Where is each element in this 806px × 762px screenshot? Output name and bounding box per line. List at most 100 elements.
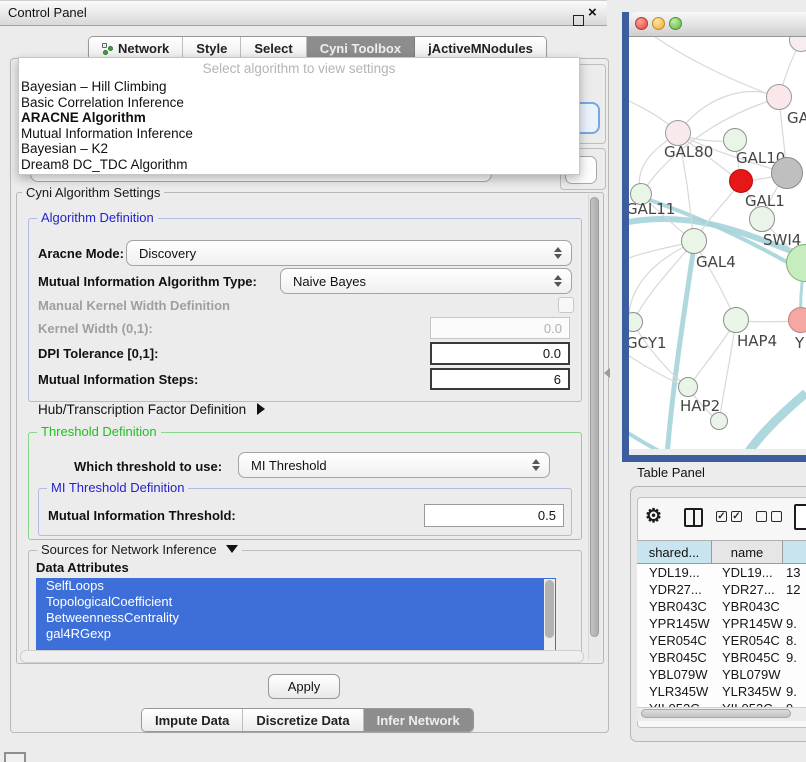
network-node-swi4[interactable] (749, 206, 775, 232)
cyni-settings-title: Cyni Algorithm Settings (22, 185, 164, 200)
apply-button[interactable]: Apply (268, 674, 340, 699)
network-node-gal[interactable] (766, 84, 792, 110)
network-node-gal1[interactable] (729, 169, 753, 193)
settings-horizontal-scrollbar[interactable] (20, 650, 584, 663)
network-node-gal4[interactable] (681, 228, 707, 254)
mi-type-value: Naive Bayes (293, 274, 366, 289)
network-window-titlebar[interactable] (629, 12, 806, 37)
network-canvas[interactable]: GALGAL80GAL10GAL1GAL11SWI4GAL4GCY1HAP4YH… (629, 37, 806, 449)
network-graph-icon (102, 43, 113, 55)
algorithm-option[interactable]: Bayesian – K2 (21, 141, 577, 157)
table-cell: YBR043C (637, 598, 712, 615)
table-cell: YDR27... (637, 581, 712, 598)
tab-label: jActiveMNodules (428, 41, 533, 56)
tab-infer-network[interactable]: Infer Network (364, 709, 473, 731)
table-row[interactable]: YPR145WYPR145W9. (637, 615, 806, 632)
unchecked-checkbox-icon[interactable] (771, 511, 782, 522)
table-cell: YDR27... (712, 581, 783, 598)
aracne-mode-combobox[interactable]: Discovery (126, 240, 572, 266)
network-node-hap4[interactable] (723, 307, 749, 333)
float-panel-icon[interactable] (573, 15, 584, 26)
node-label: GCY1 (629, 334, 667, 352)
table-body: YDL19...YDL19...13YDR27...YDR27...12YBR0… (637, 564, 806, 707)
attribute-item[interactable]: SelfLoops (36, 578, 556, 594)
hub-section-header[interactable]: Hub/Transcription Factor Definition (38, 402, 265, 417)
dpi-tolerance-field[interactable]: 0.0 (430, 342, 570, 365)
threshold-definition-title: Threshold Definition (37, 424, 161, 439)
table-row[interactable]: YDR27...YDR27...12 (637, 581, 806, 598)
sources-group-title[interactable]: Sources for Network Inference (37, 542, 242, 557)
manual-kernel-checkbox[interactable] (558, 297, 574, 313)
manual-kernel-label: Manual Kernel Width Definition (38, 298, 230, 313)
table-row[interactable]: YER054CYER054C8. (637, 632, 806, 649)
dpi-tolerance-label: DPI Tolerance [0,1]: (38, 346, 158, 361)
table-cell: YIL052C (712, 700, 783, 707)
sources-title-label: Sources for Network Inference (41, 542, 217, 557)
collapsed-arrow-icon (257, 403, 265, 415)
network-node-hap2[interactable] (678, 377, 698, 397)
zoom-window-icon[interactable] (669, 17, 682, 30)
table-cell: YDL19... (712, 564, 783, 581)
table-cell: YBL079W (637, 666, 712, 683)
table-cell: 12 (783, 581, 806, 598)
split-columns-icon[interactable] (684, 508, 703, 527)
table-cell: YPR145W (712, 615, 783, 632)
new-table-icon[interactable] (794, 504, 806, 530)
data-attributes-list[interactable]: SelfLoopsTopologicalCoefficientBetweenne… (36, 578, 556, 651)
which-threshold-combobox[interactable]: MI Threshold (238, 452, 550, 478)
table-cell: 9. (783, 615, 806, 632)
kernel-width-label: Kernel Width (0,1): (38, 321, 153, 336)
table-row[interactable]: YIL052CYIL052C9 (637, 700, 806, 707)
attribute-item[interactable]: BetweennessCentrality (36, 610, 556, 626)
table-cell: YER054C (712, 632, 783, 649)
table-scrollbar-thumb[interactable] (641, 709, 791, 718)
attributes-scrollbar-thumb[interactable] (545, 580, 554, 638)
close-window-icon[interactable] (635, 17, 648, 30)
minimized-panel-icon[interactable] (4, 752, 26, 762)
table-row[interactable]: YDL19...YDL19...13 (637, 564, 806, 581)
algorithm-option[interactable]: Bayesian – Hill Climbing (21, 79, 577, 95)
algorithm-option[interactable]: ARACNE Algorithm (21, 110, 577, 126)
panel-splitter-arrow[interactable] (604, 368, 610, 378)
close-panel-icon[interactable]: × (588, 5, 597, 21)
tab-label: Impute Data (155, 713, 229, 728)
mi-threshold-field[interactable]: 0.5 (424, 504, 564, 527)
table-row[interactable]: YBL079WYBL079W (637, 666, 806, 683)
column-header-clipped[interactable] (783, 540, 806, 564)
kernel-width-field[interactable]: 0.0 (430, 317, 570, 339)
algorithm-option[interactable]: Mutual Information Inference (21, 126, 577, 142)
attribute-item[interactable]: gal4RGexp (36, 626, 556, 642)
table-row[interactable]: YLR345WYLR345W9. (637, 683, 806, 700)
table-cell: YBR045C (712, 649, 783, 666)
tab-impute-data[interactable]: Impute Data (142, 709, 243, 731)
control-panel-title: Control Panel (8, 1, 87, 25)
network-node[interactable] (710, 412, 728, 430)
attributes-scrollbar[interactable] (544, 579, 555, 650)
gear-icon[interactable]: ⚙ (645, 505, 662, 528)
table-cell: YLR345W (637, 683, 712, 700)
control-panel-titlebar: Control Panel × (0, 0, 607, 26)
table-row[interactable]: YBR043CYBR043C (637, 598, 806, 615)
algorithm-option[interactable]: Basic Correlation Inference (21, 95, 577, 111)
table-cell: 13 (783, 564, 806, 581)
which-threshold-label: Which threshold to use: (74, 459, 222, 474)
table-cell: YBR043C (712, 598, 783, 615)
column-header-name[interactable]: name (712, 540, 783, 564)
checked-checkbox-icon[interactable]: ✓ (716, 511, 727, 522)
algorithm-option[interactable]: Dream8 DC_TDC Algorithm (21, 157, 577, 173)
mi-type-combobox[interactable]: Naive Bayes (280, 268, 572, 294)
settings-scrollbar-thumb[interactable] (590, 197, 599, 637)
node-label: HAP4 (737, 332, 777, 350)
unchecked-checkbox-icon[interactable] (756, 511, 767, 522)
minimize-window-icon[interactable] (652, 17, 665, 30)
combo-stepper-icon (532, 458, 540, 472)
algorithm-definition-title: Algorithm Definition (37, 210, 158, 225)
network-node[interactable] (771, 157, 803, 189)
table-cell (783, 666, 806, 683)
table-row[interactable]: YBR045CYBR045C9. (637, 649, 806, 666)
attribute-item[interactable]: TopologicalCoefficient (36, 594, 556, 610)
checked-checkbox-icon[interactable]: ✓ (731, 511, 742, 522)
column-header-shared[interactable]: shared... (637, 540, 712, 564)
mi-steps-field[interactable]: 6 (430, 368, 570, 390)
tab-discretize-data[interactable]: Discretize Data (243, 709, 363, 731)
